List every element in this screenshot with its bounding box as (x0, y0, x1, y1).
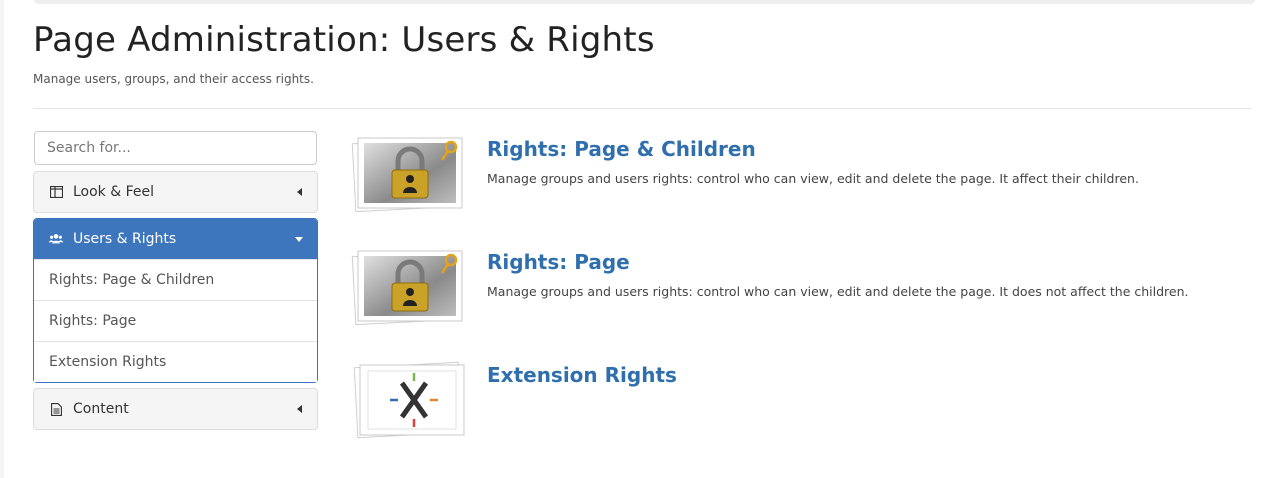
lock-key-icon[interactable] (350, 133, 468, 215)
header-divider (33, 108, 1251, 109)
sidebar-item-rights-page[interactable]: Rights: Page (34, 300, 317, 341)
sidebar-item-label: Extension Rights (49, 354, 167, 370)
layout-columns-icon (49, 185, 63, 199)
panel-header-users-and-rights[interactable]: Users & Rights (34, 219, 317, 259)
sidebar-item-label: Rights: Page (49, 313, 137, 329)
entry-title[interactable]: Extension Rights (487, 363, 677, 387)
panel-header-look-and-feel[interactable]: Look & Feel (34, 172, 317, 212)
panel-label: Users & Rights (73, 231, 177, 247)
entry-description: Manage groups and users rights: control … (487, 284, 1189, 299)
document-icon (49, 402, 63, 416)
page-container: Page Administration: Users & Rights Mana… (4, 0, 1273, 478)
entry-rights-page-children: Rights: Page & Children Manage groups an… (350, 133, 1250, 213)
panel-label: Content (73, 401, 129, 417)
caret-down-icon (295, 237, 303, 242)
panel-look-and-feel[interactable]: Look & Feel (33, 171, 318, 213)
sidebar-item-rights-page-children[interactable]: Rights: Page & Children (34, 259, 317, 300)
panel-label: Look & Feel (73, 184, 155, 200)
caret-left-icon (297, 405, 302, 413)
entry-description: Manage groups and users rights: control … (487, 171, 1139, 186)
entry-title[interactable]: Rights: Page & Children (487, 137, 756, 161)
panel-content[interactable]: Content (33, 388, 318, 430)
sidebar-item-label: Rights: Page & Children (49, 272, 215, 288)
entry-rights-page: Rights: Page Manage groups and users rig… (350, 246, 1250, 326)
panel-header-content[interactable]: Content (34, 389, 317, 429)
extension-x-icon[interactable] (350, 359, 468, 441)
users-icon (49, 232, 63, 246)
page-title: Page Administration: Users & Rights (33, 20, 655, 60)
sidebar-item-extension-rights[interactable]: Extension Rights (34, 341, 317, 382)
entry-title[interactable]: Rights: Page (487, 250, 630, 274)
entry-extension-rights: Extension Rights (350, 359, 1250, 439)
search-input[interactable] (34, 131, 317, 165)
top-bar (34, 0, 1255, 4)
page-subtitle: Manage users, groups, and their access r… (33, 72, 314, 86)
panel-users-and-rights[interactable]: Users & Rights Rights: Page & Children R… (33, 218, 318, 383)
lock-key-icon[interactable] (350, 246, 468, 328)
caret-left-icon (297, 188, 302, 196)
